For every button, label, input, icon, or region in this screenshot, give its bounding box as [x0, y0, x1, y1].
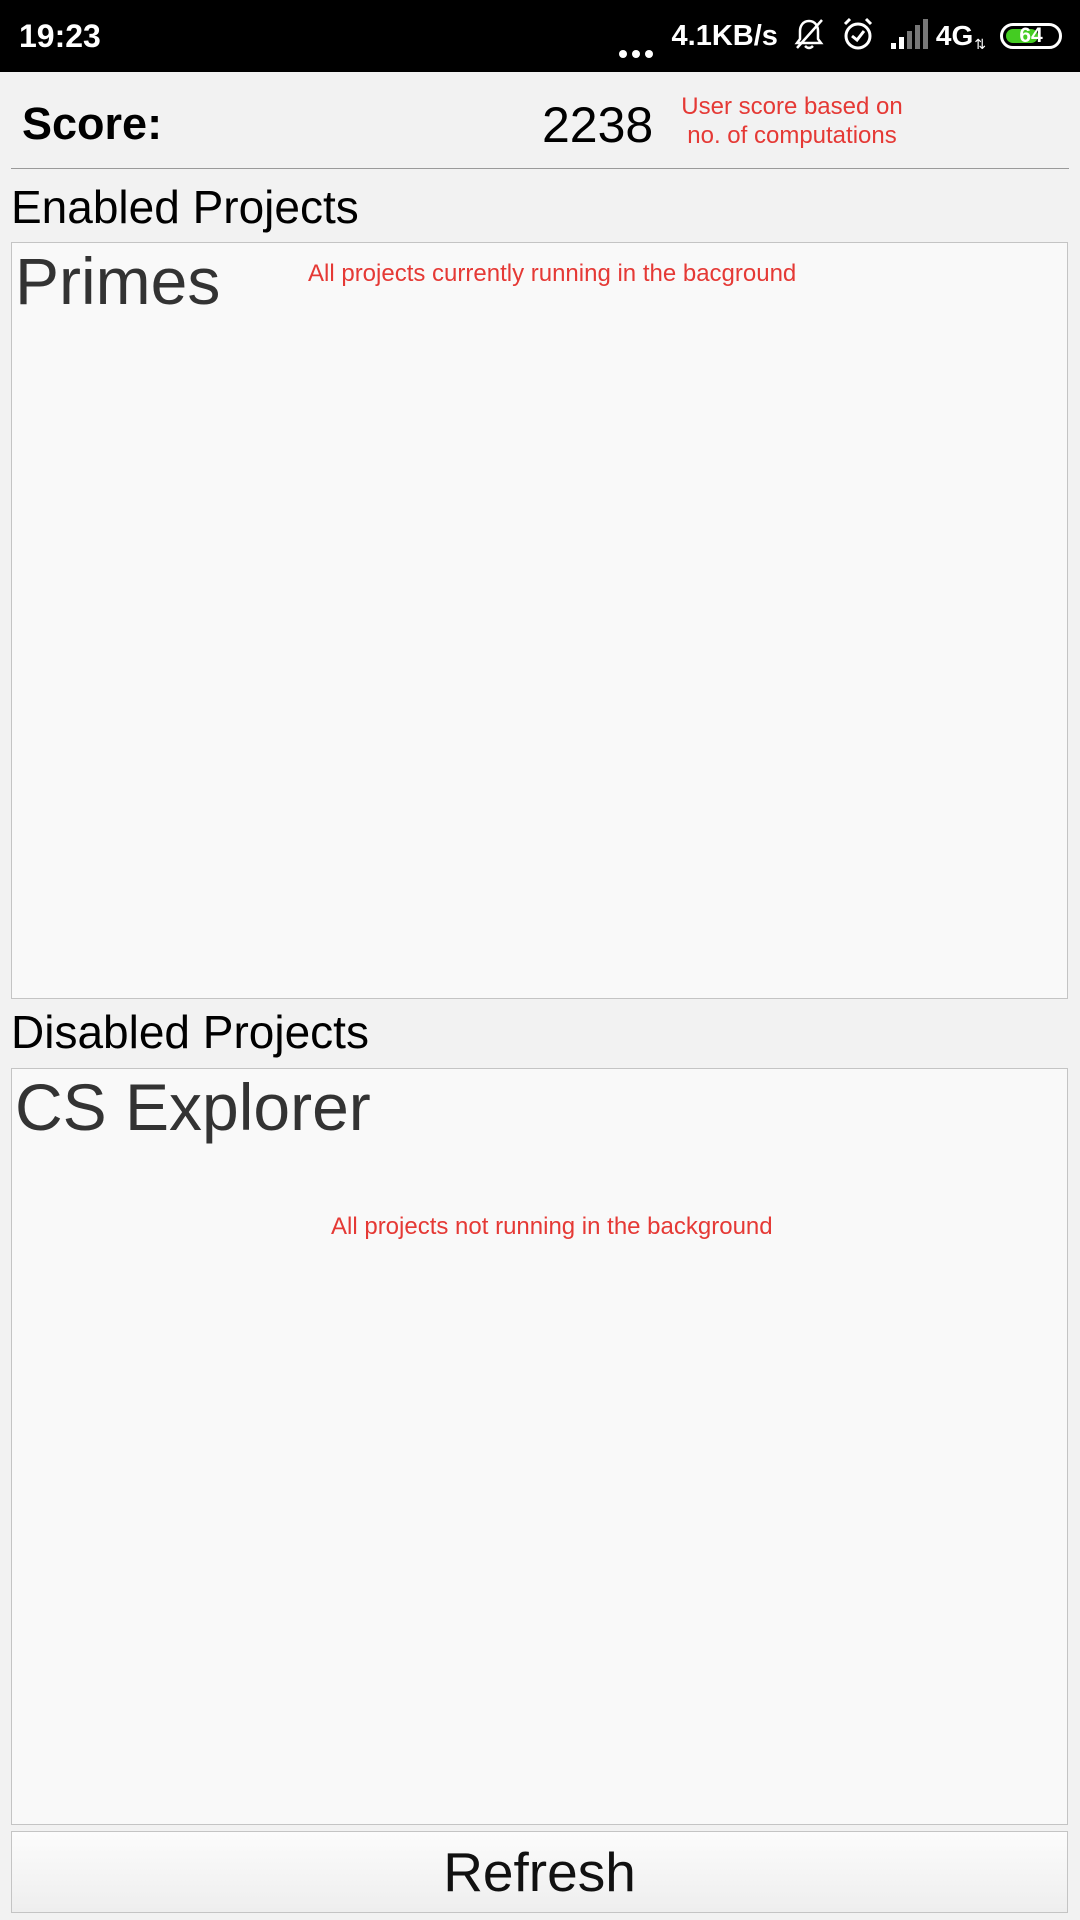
status-time: 19:23 — [19, 18, 101, 54]
disabled-projects-list[interactable]: CS Explorer All projects not running in … — [11, 1068, 1068, 1825]
disabled-projects-title: Disabled Projects — [11, 1006, 369, 1058]
network-activity-icon: ⇅ — [974, 36, 986, 52]
project-item-cs-explorer[interactable]: CS Explorer — [15, 1069, 371, 1145]
network-type: 4G — [935, 20, 974, 51]
disabled-projects-hint: All projects not running in the backgrou… — [331, 1213, 773, 1240]
divider — [11, 168, 1069, 169]
battery-icon: 64 — [1000, 23, 1062, 49]
signal-icon — [890, 18, 928, 54]
enabled-projects-title: Enabled Projects — [11, 181, 359, 233]
score-row: Score: 2238 User score based on no. of c… — [0, 72, 1080, 168]
score-value: 2238 — [542, 97, 654, 153]
enabled-projects-hint: All projects currently running in the ba… — [308, 260, 797, 287]
score-label: Score: — [22, 98, 163, 149]
status-bar: 19:23 4.1KB/s 4G ⇅ 64 — [0, 0, 1080, 72]
network-speed: 4.1KB/s — [671, 20, 778, 52]
score-note: User score based on no. of computations — [681, 93, 903, 149]
notifications-off-icon — [792, 17, 826, 56]
project-item-primes[interactable]: Primes — [15, 243, 220, 319]
more-dots-icon — [618, 14, 658, 58]
alarm-icon — [840, 16, 876, 57]
status-icons: 4.1KB/s 4G ⇅ 64 — [605, 14, 1062, 58]
battery-level-text: 64 — [1019, 24, 1043, 47]
refresh-button[interactable]: Refresh — [11, 1831, 1068, 1913]
enabled-projects-list[interactable]: Primes All projects currently running in… — [11, 242, 1068, 999]
